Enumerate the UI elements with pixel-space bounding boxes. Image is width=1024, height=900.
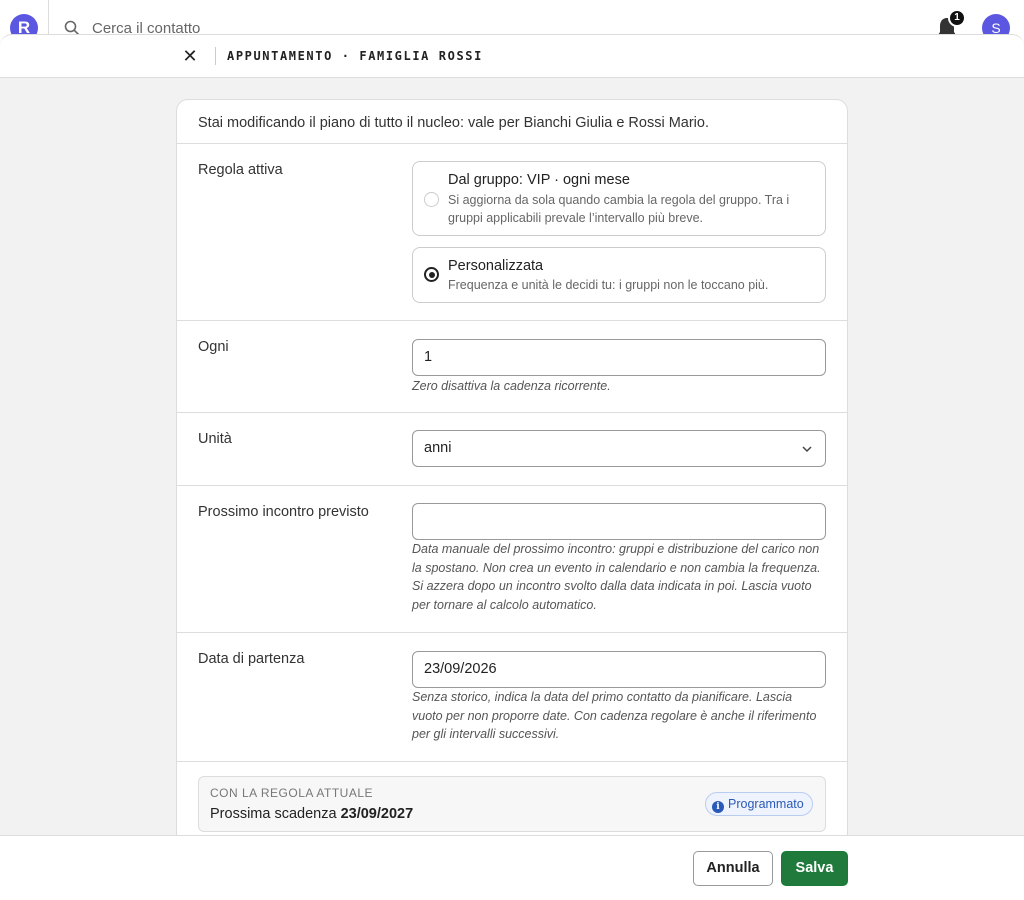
unit-select[interactable]: anni: [412, 430, 826, 467]
sheet-header: ✕ APPUNTAMENTO · FAMIGLIA ROSSI: [0, 34, 1024, 78]
radio-option-title: Dal gruppo: VIP · ogni mese: [448, 172, 630, 188]
radio-option-title: Personalizzata: [448, 258, 544, 274]
unit-label: Unità: [198, 431, 232, 447]
next-meeting-hint: Data manuale del prossimo incontro: grup…: [412, 542, 821, 613]
summary-line: Prossima scadenza 23/09/2027: [210, 806, 413, 822]
start-date-label: Data di partenza: [198, 651, 305, 667]
cancel-button[interactable]: Annulla: [693, 851, 773, 886]
status-badge: i Programmato: [705, 792, 813, 816]
sheet-footer: Annulla Salva: [0, 835, 1024, 900]
every-label: Ogni: [198, 339, 229, 355]
radio-button[interactable]: [424, 192, 439, 207]
sheet-title: APPUNTAMENTO · FAMIGLIA ROSSI: [227, 49, 483, 63]
row-every: Ogni 1 Zero disattiva la cadenza ricorre…: [177, 321, 847, 413]
summary-prefix: Prossima scadenza: [210, 806, 341, 822]
close-icon[interactable]: ✕: [180, 46, 200, 66]
summary-kicker: CON LA REGOLA ATTUALE: [210, 786, 373, 800]
status-badge-label: Programmato: [728, 797, 804, 811]
every-hint: Zero disattiva la cadenza ricorrente.: [412, 379, 611, 393]
radio-option-description: Frequenza e unità le decidi tu: i gruppi…: [448, 278, 769, 292]
rule-label: Regola attiva: [198, 162, 283, 178]
row-rule: Regola attiva Dal gruppo: VIP · ogni mes…: [177, 144, 847, 321]
radio-option-description: Si aggiorna da sola quando cambia la reg…: [448, 193, 790, 225]
unit-select-value: anni: [424, 440, 452, 456]
row-next-meeting: Prossimo incontro previsto Data manuale …: [177, 486, 847, 633]
schedule-summary: CON LA REGOLA ATTUALE Prossima scadenza …: [198, 776, 826, 832]
next-meeting-label: Prossimo incontro previsto: [198, 504, 369, 520]
info-icon: i: [712, 801, 724, 813]
next-meeting-input[interactable]: [412, 503, 826, 540]
intro-text: Stai modificando il piano di tutto il nu…: [177, 100, 847, 144]
every-input[interactable]: 1: [412, 339, 826, 376]
row-start-date: Data di partenza 23/09/2026 Senza storic…: [177, 633, 847, 762]
start-date-hint: Senza storico, indica la data del primo …: [412, 690, 817, 742]
notification-badge: 1: [948, 9, 966, 27]
form-card: Stai modificando il piano di tutto il nu…: [176, 99, 848, 859]
radio-button-selected[interactable]: [424, 267, 439, 282]
radio-option-custom[interactable]: Personalizzata Frequenza e unità le deci…: [412, 247, 826, 303]
radio-option-group[interactable]: Dal gruppo: VIP · ogni mese Si aggiorna …: [412, 161, 826, 236]
row-unit: Unità anni: [177, 413, 847, 486]
chevron-down-icon: [802, 446, 812, 453]
start-date-input[interactable]: 23/09/2026: [412, 651, 826, 688]
header-divider: [215, 47, 216, 65]
next-due-date: 23/09/2027: [340, 806, 414, 822]
save-button[interactable]: Salva: [781, 851, 848, 886]
